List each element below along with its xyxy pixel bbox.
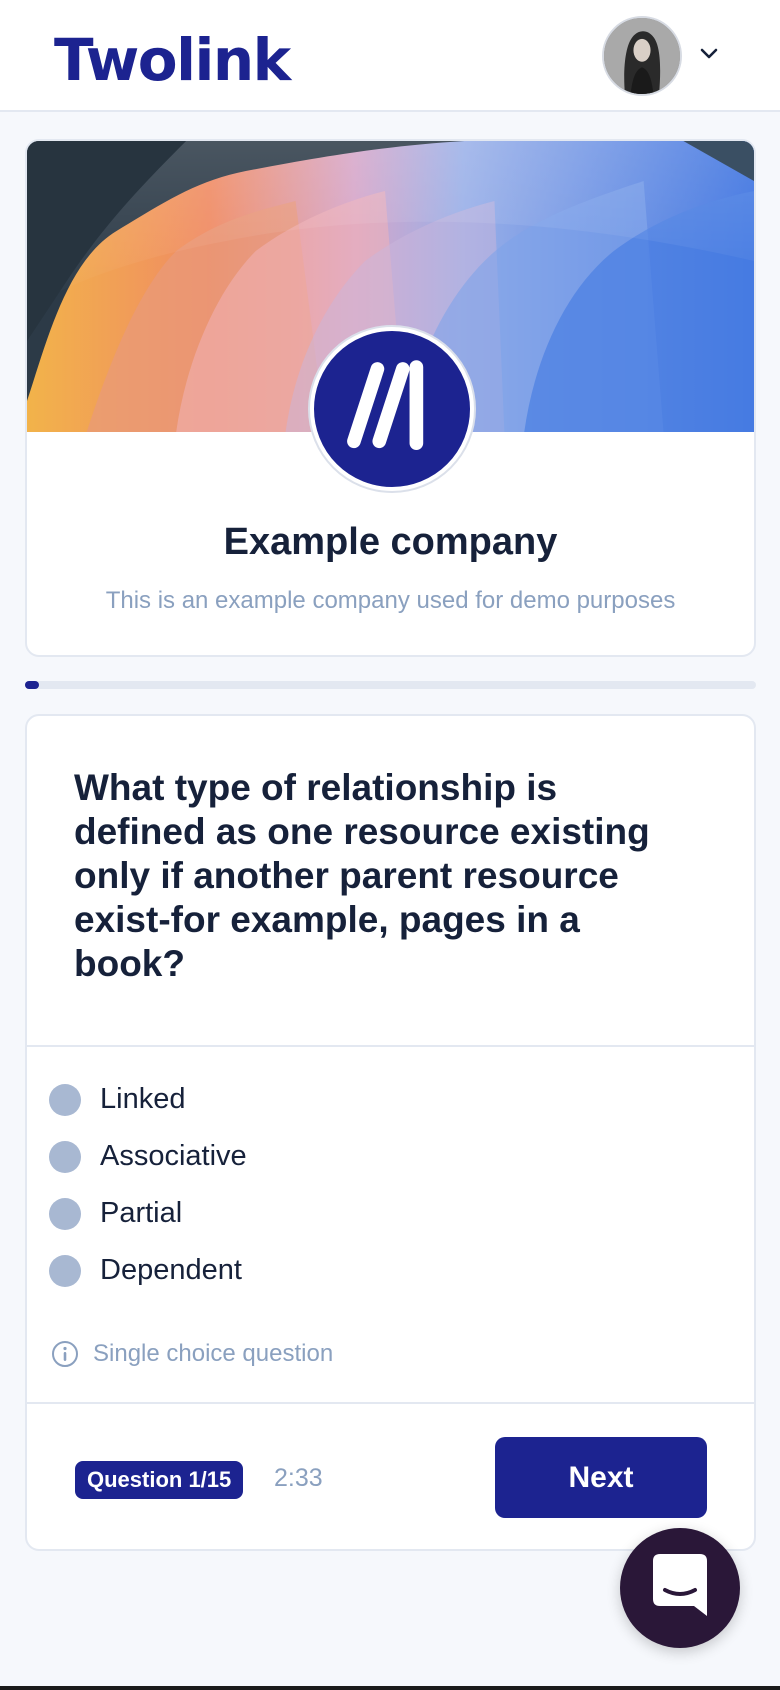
answer-options: Linked Associative Partial Dependent [49,1071,247,1299]
quiz-progress-fill [25,681,39,689]
question-card: What type of relationship is defined as … [25,714,756,1551]
radio-button[interactable] [49,1197,81,1230]
question-counter-badge: Question 1/15 [75,1461,244,1499]
radio-button[interactable] [49,1140,81,1173]
option-label: Partial [100,1197,183,1229]
divider [27,1045,754,1047]
option-label: Associative [100,1140,247,1172]
chat-icon [653,1554,707,1616]
company-card: Example company This is an example compa… [25,139,756,657]
app-logo[interactable]: Twolink [54,26,291,94]
option-associative[interactable]: Associative [49,1128,247,1185]
company-name: Example company [223,521,558,563]
company-logo [310,327,474,491]
option-label: Dependent [100,1254,242,1286]
divider [27,1402,754,1404]
info-icon [52,1341,78,1367]
company-description: This is an example company used for demo… [105,587,676,614]
timer: 2:33 [274,1464,323,1492]
option-linked[interactable]: Linked [49,1071,247,1128]
next-button[interactable]: Next [495,1437,707,1518]
quiz-progress-bar [25,681,756,689]
chevron-down-icon[interactable] [698,42,720,64]
option-label: Linked [100,1083,186,1115]
bottom-edge [0,1686,780,1690]
question-hint: Single choice question [51,1340,333,1368]
option-dependent[interactable]: Dependent [49,1242,247,1299]
radio-button[interactable] [49,1254,81,1287]
question-text: What type of relationship is defined as … [74,767,650,984]
radio-button[interactable] [49,1083,81,1116]
option-partial[interactable]: Partial [49,1185,247,1242]
user-avatar[interactable] [602,16,682,96]
chat-launcher-button[interactable] [620,1528,740,1648]
hint-text: Single choice question [93,1340,334,1367]
top-navbar: Twolink [0,0,780,112]
